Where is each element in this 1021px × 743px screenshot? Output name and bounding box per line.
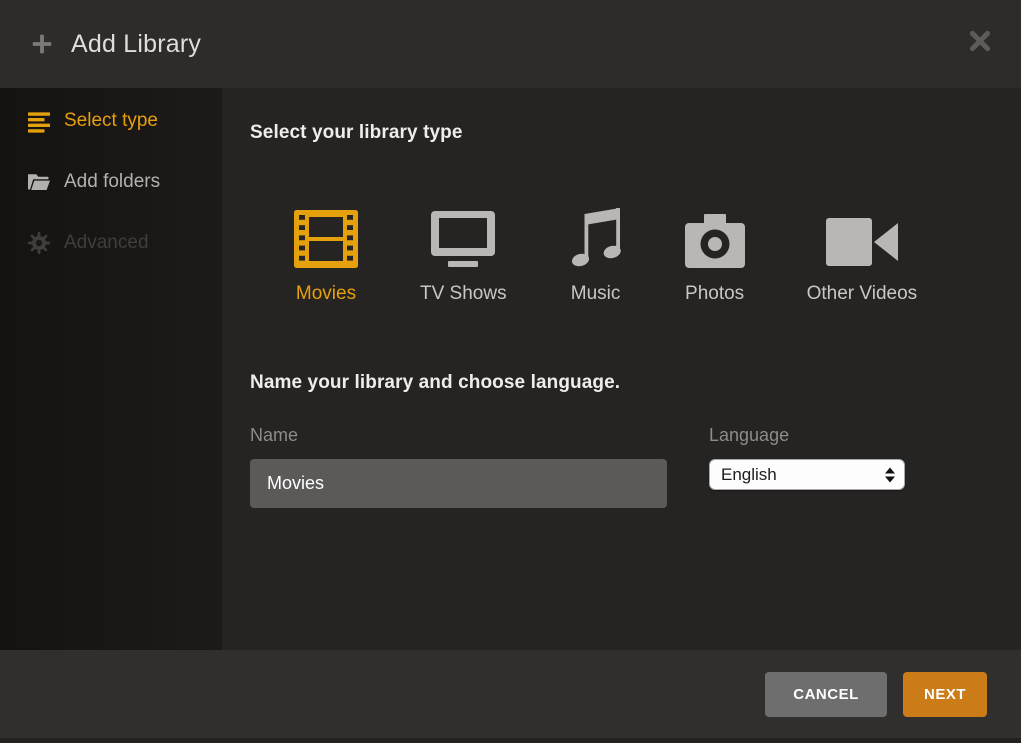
library-name-input[interactable] <box>250 459 667 508</box>
library-type-other-videos[interactable]: Other Videos <box>807 206 918 305</box>
movies-icon-box <box>294 206 358 268</box>
folder-open-icon <box>27 170 51 194</box>
library-type-music[interactable]: Music <box>569 206 623 305</box>
library-type-label: TV Shows <box>420 283 507 305</box>
steps-sidebar: Select type Add folders <box>0 88 222 650</box>
select-stepper-icon <box>885 467 895 482</box>
sidebar-item-advanced: Advanced <box>0 224 222 262</box>
language-field-group: Language English <box>709 425 905 508</box>
select-type-heading: Select your library type <box>250 122 991 144</box>
library-type-label: Other Videos <box>807 283 918 305</box>
sidebar-item-label: Advanced <box>64 232 149 254</box>
list-icon <box>27 109 51 133</box>
language-label: Language <box>709 425 905 446</box>
name-field-group: Name <box>250 425 667 508</box>
dialog-body: Select type Add folders <box>0 88 1021 650</box>
film-strip-icon <box>294 210 358 268</box>
sidebar-item-add-folders[interactable]: Add folders <box>0 163 222 201</box>
dialog-footer: CANCEL NEXT <box>0 650 1021 743</box>
music-note-icon <box>569 208 623 268</box>
library-type-label: Photos <box>685 283 744 305</box>
plus-icon <box>30 32 54 56</box>
music-icon-box <box>569 206 623 268</box>
library-type-tv-shows[interactable]: TV Shows <box>420 206 507 305</box>
next-button[interactable]: NEXT <box>903 672 987 717</box>
dialog-title: Add Library <box>71 30 201 59</box>
sidebar-item-label: Add folders <box>64 171 160 193</box>
library-type-movies[interactable]: Movies <box>294 206 358 305</box>
sidebar-item-select-type[interactable]: Select type <box>0 102 222 140</box>
language-selected-value: English <box>721 465 777 485</box>
main-content: Select your library type <box>222 88 1021 650</box>
camera-icon <box>685 214 745 268</box>
name-language-form: Name Language English <box>250 425 991 508</box>
library-type-row: Movies TV Shows <box>294 206 991 305</box>
library-type-label: Movies <box>296 283 356 305</box>
library-type-photos[interactable]: Photos <box>685 206 745 305</box>
add-library-dialog: Add Library Select type <box>0 0 1021 743</box>
language-select[interactable]: English <box>709 459 905 490</box>
cancel-button[interactable]: CANCEL <box>765 672 887 717</box>
gear-icon <box>27 231 51 255</box>
close-icon[interactable] <box>967 28 993 54</box>
library-type-label: Music <box>571 283 621 305</box>
video-camera-icon <box>825 216 899 268</box>
tv-icon-box <box>430 206 496 268</box>
sidebar-item-label: Select type <box>64 110 158 132</box>
dialog-header: Add Library <box>0 0 1021 88</box>
tv-icon <box>430 210 496 268</box>
name-label: Name <box>250 425 667 446</box>
photos-icon-box <box>685 206 745 268</box>
other-videos-icon-box <box>825 206 899 268</box>
name-language-heading: Name your library and choose language. <box>250 372 991 394</box>
